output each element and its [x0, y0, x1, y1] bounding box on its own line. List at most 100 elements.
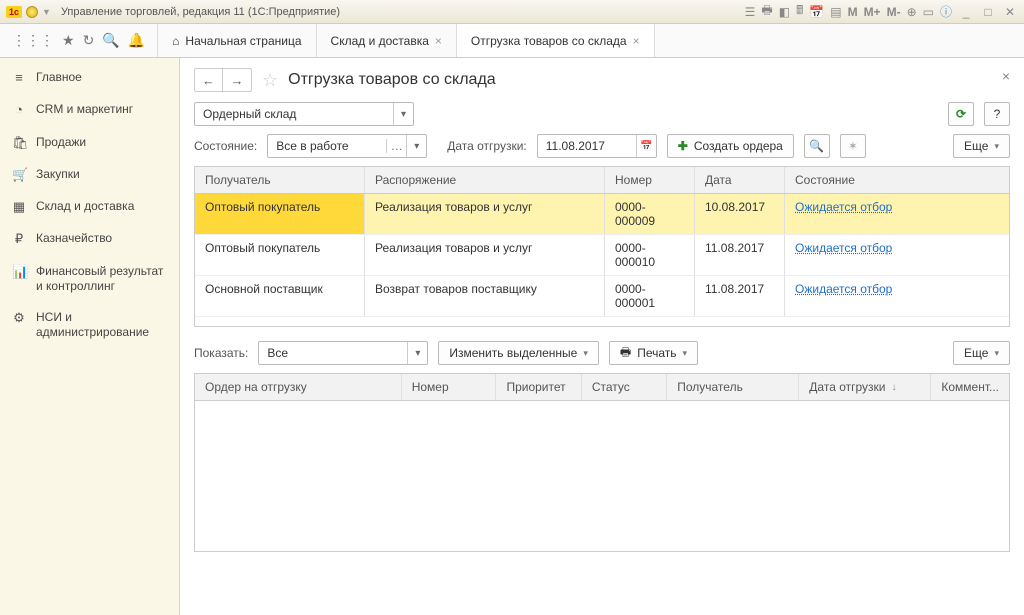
clear-filter-button[interactable]: ✶	[840, 134, 866, 158]
ship-date-input[interactable]: 11.08.2017 📅	[537, 134, 657, 158]
sidebar-icon: 🛍	[12, 135, 26, 151]
col-recipient[interactable]: Получатель	[195, 167, 365, 193]
sidebar-item-3[interactable]: 🛒Закупки	[0, 159, 179, 191]
close-icon[interactable]: ×	[633, 34, 640, 48]
col-ship-order[interactable]: Ордер на отгрузку	[195, 374, 402, 400]
refresh-button[interactable]: ⟳	[948, 102, 974, 126]
col-comment[interactable]: Коммент...	[931, 374, 1009, 400]
change-selected-label: Изменить выделенные	[449, 346, 577, 360]
grid-header: Получатель Распоряжение Номер Дата Состо…	[195, 167, 1009, 194]
more-label: Еще	[964, 139, 988, 153]
page-title: Отгрузка товаров со склада	[288, 71, 496, 89]
chevron-down-icon[interactable]: ▾	[406, 135, 426, 157]
memory-mminus[interactable]: M-	[887, 5, 901, 19]
tab-shipment[interactable]: Отгрузка товаров со склада ×	[457, 24, 655, 57]
toolbar-icon[interactable]: ⊕	[907, 5, 917, 19]
app-orb-icon[interactable]	[26, 6, 38, 18]
cell-date: 11.08.2017	[695, 276, 785, 316]
sidebar-item-label: Финансовый результат и контроллинг	[36, 264, 167, 294]
sidebar: ≡Главное◔CRM и маркетинг🛍Продажи🛒Закупки…	[0, 58, 180, 615]
grid2-body-empty	[195, 401, 1009, 551]
sidebar-item-4[interactable]: ▦Склад и доставка	[0, 191, 179, 223]
col-priority[interactable]: Приоритет	[496, 374, 581, 400]
window-title: Управление торговлей, редакция 11 (1С:Пр…	[61, 6, 340, 18]
more-button-2[interactable]: Еще ▾	[953, 341, 1010, 365]
state-link[interactable]: Ожидается отбор	[795, 241, 892, 255]
tab-home[interactable]: ⌂ Начальная страница	[158, 24, 316, 57]
print-icon[interactable]: 🖶	[761, 1, 772, 22]
help-icon: ?	[994, 107, 1001, 121]
table-row[interactable]: Оптовый покупательРеализация товаров и у…	[195, 194, 1009, 235]
main-content: × ← → ☆ Отгрузка товаров со склада Ордер…	[180, 58, 1024, 615]
calendar-icon[interactable]: 📅	[636, 135, 656, 157]
col-number[interactable]: Номер	[605, 167, 695, 193]
dropdown-icon[interactable]: ▼	[42, 7, 51, 17]
sidebar-item-0[interactable]: ≡Главное	[0, 62, 179, 94]
col-number2[interactable]: Номер	[402, 374, 497, 400]
cell-number: 0000-000001	[605, 276, 695, 316]
warehouse-select[interactable]: Ордерный склад ▾	[194, 102, 414, 126]
window-maximize[interactable]: □	[980, 5, 996, 19]
sidebar-item-7[interactable]: ⚙НСИ и администрирование	[0, 302, 179, 348]
create-orders-button[interactable]: ✚ Создать ордера	[667, 134, 794, 158]
cell-order: Реализация товаров и услуг	[365, 194, 605, 234]
cell-recipient: Оптовый покупатель	[195, 235, 365, 275]
nav-back-button[interactable]: ←	[195, 69, 223, 91]
print-button[interactable]: 🖶 Печать ▾	[609, 341, 698, 365]
state-link[interactable]: Ожидается отбор	[795, 200, 892, 214]
table-row[interactable]: Основной поставщикВозврат товаров постав…	[195, 276, 1009, 317]
show-value: Все	[267, 346, 407, 360]
calc-icon[interactable]: 🖩	[796, 1, 803, 22]
col-ship-date[interactable]: Дата отгрузки ↓	[799, 374, 931, 400]
cell-number: 0000-000010	[605, 235, 695, 275]
nav-forward-button[interactable]: →	[223, 69, 251, 91]
sidebar-icon: 🛒	[12, 167, 26, 183]
table-row[interactable]: Оптовый покупательРеализация товаров и у…	[195, 235, 1009, 276]
memory-m[interactable]: M	[848, 5, 858, 19]
toolbar-icon[interactable]: ◧	[779, 5, 790, 19]
change-selected-button[interactable]: Изменить выделенные ▾	[438, 341, 599, 365]
help-button[interactable]: ?	[984, 102, 1010, 126]
date-value: 11.08.2017	[546, 139, 636, 153]
toolbar-icon[interactable]: ▭	[923, 5, 934, 19]
cell-recipient: Основной поставщик	[195, 276, 365, 316]
cell-date: 10.08.2017	[695, 194, 785, 234]
filter-off-icon: ✶	[848, 139, 858, 153]
apps-icon[interactable]: ⋮⋮⋮	[12, 32, 54, 49]
sidebar-item-1[interactable]: ◔CRM и маркетинг	[0, 94, 179, 126]
sidebar-item-6[interactable]: 📊Финансовый результат и контроллинг	[0, 256, 179, 302]
tab-warehouse[interactable]: Склад и доставка ×	[317, 24, 457, 57]
create-orders-label: Создать ордера	[694, 139, 783, 153]
history-icon[interactable]: ↻	[83, 32, 95, 49]
chevron-down-icon[interactable]: ▾	[407, 342, 427, 364]
close-icon[interactable]: ×	[435, 34, 442, 48]
memory-mplus[interactable]: M+	[864, 5, 881, 19]
sort-desc-icon: ↓	[891, 382, 896, 393]
chevron-down-icon[interactable]: ▾	[393, 103, 413, 125]
col-state[interactable]: Состояние	[785, 167, 1009, 193]
state-link[interactable]: Ожидается отбор	[795, 282, 892, 296]
page-close-icon[interactable]: ×	[1002, 68, 1010, 84]
toolbar-icon[interactable]: ☰	[745, 5, 756, 19]
sidebar-item-2[interactable]: 🛍Продажи	[0, 127, 179, 159]
grid2-header: Ордер на отгрузку Номер Приоритет Статус…	[195, 374, 1009, 401]
sidebar-item-5[interactable]: ₽Казначейство	[0, 223, 179, 255]
more-button-1[interactable]: Еще ▾	[953, 134, 1010, 158]
find-button[interactable]: 🔍	[804, 134, 830, 158]
favorite-star-icon[interactable]: ☆	[262, 70, 278, 91]
bell-icon[interactable]: 🔔	[128, 32, 145, 49]
toolbar-icon[interactable]: ▤	[830, 5, 841, 19]
show-select[interactable]: Все ▾	[258, 341, 428, 365]
col-recipient2[interactable]: Получатель	[667, 374, 799, 400]
col-order[interactable]: Распоряжение	[365, 167, 605, 193]
ellipsis-icon[interactable]: …	[386, 139, 406, 153]
window-close[interactable]: ✕	[1002, 5, 1018, 19]
state-select[interactable]: Все в работе … ▾	[267, 134, 427, 158]
col-date[interactable]: Дата	[695, 167, 785, 193]
calendar-icon[interactable]: 📅	[809, 5, 824, 19]
info-icon[interactable]: ⓘ	[940, 3, 952, 20]
window-minimize[interactable]: _	[958, 5, 974, 19]
search-icon[interactable]: 🔍	[102, 32, 119, 49]
col-status[interactable]: Статус	[582, 374, 667, 400]
star-icon[interactable]: ★	[62, 32, 75, 49]
